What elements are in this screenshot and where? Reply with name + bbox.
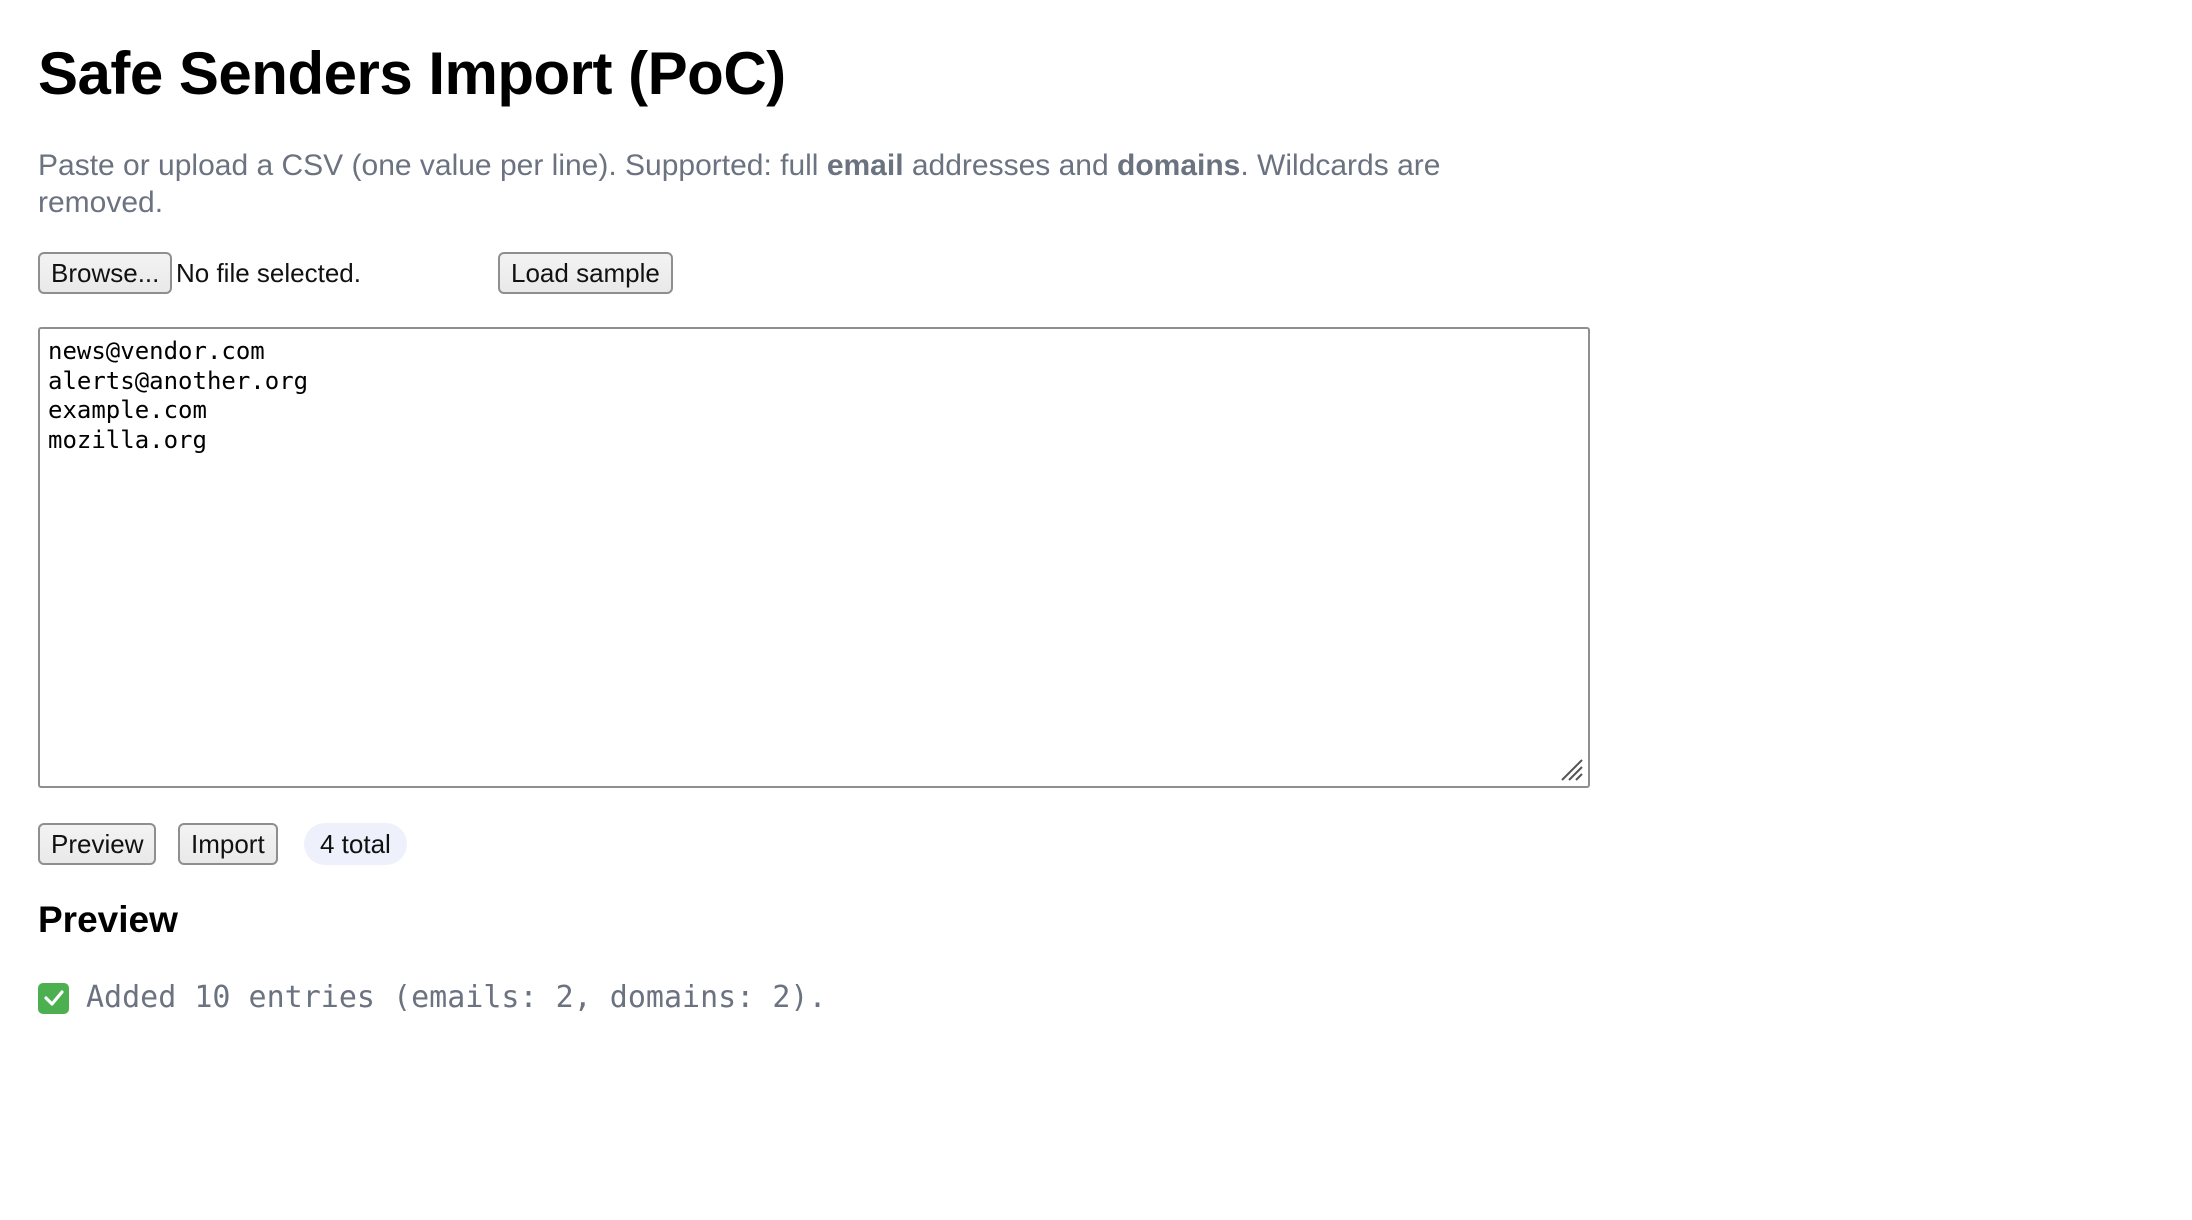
- load-sample-button[interactable]: Load sample: [498, 252, 673, 294]
- preview-heading: Preview: [38, 899, 178, 940]
- description-domains-emphasis: domains: [1117, 149, 1241, 182]
- csv-textarea-content: news@vendor.com alerts@another.org examp…: [48, 337, 309, 454]
- preview-button[interactable]: Preview: [38, 823, 157, 865]
- import-button[interactable]: Import: [178, 823, 278, 865]
- preview-result-text: Added 10 entries (emails: 2, domains: 2)…: [86, 980, 827, 1015]
- description-email-emphasis: email: [826, 149, 904, 182]
- total-count-badge: 4 total: [304, 823, 407, 865]
- csv-textarea[interactable]: news@vendor.com alerts@another.org examp…: [38, 327, 1590, 788]
- browse-button[interactable]: Browse...: [38, 252, 173, 294]
- description-text: addresses and: [903, 149, 1118, 182]
- page-description: Paste or upload a CSV (one value per lin…: [38, 147, 1558, 221]
- page-title: Safe Senders Import (PoC): [38, 40, 786, 107]
- resize-grip-icon[interactable]: [1560, 758, 1584, 782]
- preview-result: Added 10 entries (emails: 2, domains: 2)…: [38, 978, 827, 1018]
- file-status-label: No file selected.: [176, 258, 361, 288]
- check-mark-icon: [38, 982, 69, 1014]
- description-text: Paste or upload a CSV (one value per lin…: [38, 149, 827, 182]
